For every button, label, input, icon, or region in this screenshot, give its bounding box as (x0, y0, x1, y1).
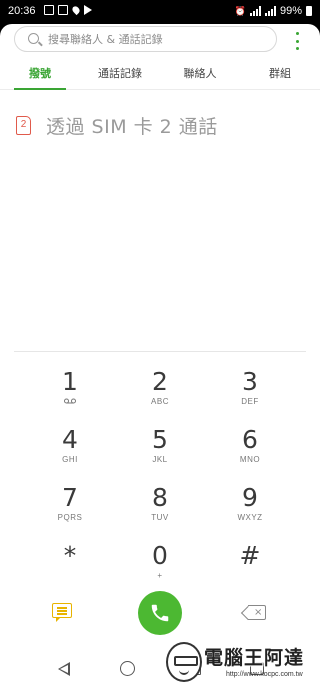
key-4[interactable]: 4 GHI (25, 417, 115, 475)
mail-icon (44, 5, 54, 15)
sim-card-icon: 2 (16, 116, 31, 135)
key-5[interactable]: 5 JKL (115, 417, 205, 475)
key-8[interactable]: 8 TUV (115, 475, 205, 533)
key-digit: 3 (242, 367, 258, 396)
notification-icons (44, 4, 92, 16)
key-digit: # (239, 541, 261, 570)
key-letters: PQRS (57, 513, 83, 522)
dialer-actions: × (0, 589, 320, 639)
tab-bar: 撥號 通話記錄 聯絡人 群組 (0, 62, 320, 90)
key-digit: 8 (152, 483, 168, 512)
home-icon[interactable] (120, 661, 135, 676)
key-9[interactable]: 9 WXYZ (205, 475, 295, 533)
battery-icon (306, 6, 312, 16)
key-letters: + (157, 571, 163, 580)
watermark-url: http://www.kocpc.com.tw (226, 671, 303, 678)
key-1[interactable]: 1 (25, 359, 115, 417)
key-letters: DEF (241, 397, 259, 406)
key-6[interactable]: 6 MNO (205, 417, 295, 475)
watermark-title: 電腦王阿達 (204, 647, 305, 669)
tab-dialpad[interactable]: 撥號 (0, 62, 80, 90)
key-digit: 7 (62, 483, 78, 512)
key-7[interactable]: 7 PQRS (25, 475, 115, 533)
system-icons: ⏰ 99% (235, 5, 312, 17)
sim-selector[interactable]: 2 透過 SIM 卡 2 通話 (16, 112, 218, 139)
key-digit: 9 (242, 483, 258, 512)
tab-contacts[interactable]: 聯絡人 (160, 62, 240, 89)
key-letters: GHI (62, 455, 78, 464)
key-hash[interactable]: # (205, 533, 295, 591)
key-digit: 6 (242, 425, 258, 454)
voicemail-icon (25, 397, 115, 407)
key-letters: TUV (151, 513, 169, 522)
search-bar[interactable] (14, 26, 277, 52)
key-digit: 0 (152, 541, 168, 570)
key-digit: 1 (62, 367, 78, 396)
key-digit: 4 (62, 425, 78, 454)
status-time: 20:36 (8, 5, 36, 17)
search-icon (28, 33, 39, 44)
message-button[interactable] (52, 603, 74, 622)
search-input[interactable] (48, 30, 268, 48)
dialer-app: 撥號 通話記錄 聯絡人 群組 2 透過 SIM 卡 2 通話 1 2 ABC 3… (0, 24, 320, 650)
backspace-icon: × (248, 605, 266, 620)
call-button[interactable] (138, 591, 182, 635)
mascot-logo (166, 642, 202, 682)
tab-call-log[interactable]: 通話記錄 (80, 62, 160, 89)
key-digit: 2 (152, 367, 168, 396)
status-bar: 20:36 ⏰ 99% (0, 0, 320, 24)
more-options-icon[interactable] (293, 32, 301, 50)
signal-icon (249, 6, 261, 16)
key-letters: MNO (239, 455, 261, 464)
key-digit: 5 (152, 425, 168, 454)
key-digit: * (63, 541, 77, 570)
tab-groups[interactable]: 群組 (240, 62, 320, 89)
key-star[interactable]: * (25, 533, 115, 591)
key-0[interactable]: 0 + (115, 533, 205, 591)
navigation-icon (84, 5, 92, 15)
key-letters: JKL (152, 455, 168, 464)
phone-icon (151, 604, 169, 622)
delete-button[interactable]: × (244, 605, 266, 620)
key-2[interactable]: 2 ABC (115, 359, 205, 417)
key-3[interactable]: 3 DEF (205, 359, 295, 417)
image-icon (58, 5, 68, 15)
signal-icon (264, 6, 276, 16)
key-letters: ABC (151, 397, 169, 406)
sim-label: 透過 SIM 卡 2 通話 (46, 116, 218, 138)
watermark-logo: 電腦王阿達 http://www.kocpc.com.tw (166, 640, 316, 686)
key-letters: WXYZ (237, 513, 263, 522)
divider (14, 351, 306, 352)
location-icon (70, 4, 82, 16)
battery-text: 99% (279, 5, 302, 17)
back-icon[interactable] (58, 662, 70, 676)
alarm-icon: ⏰ (234, 5, 246, 16)
message-icon (52, 603, 72, 622)
